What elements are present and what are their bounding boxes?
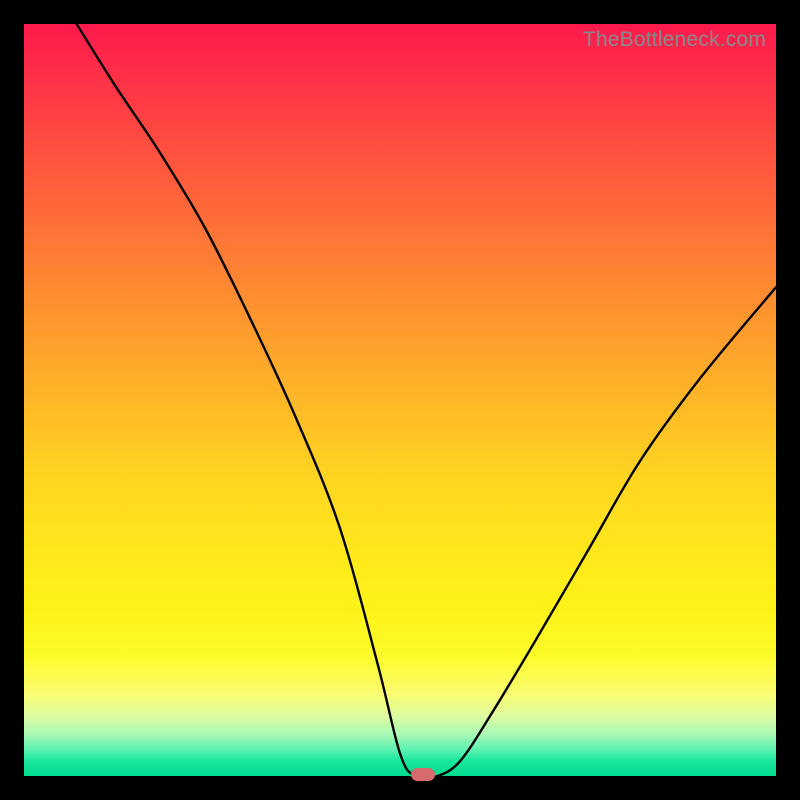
chart-frame: TheBottleneck.com xyxy=(0,0,800,800)
chart-plot-area: TheBottleneck.com xyxy=(24,24,776,776)
optimum-marker xyxy=(411,768,435,781)
bottleneck-curve xyxy=(24,24,776,776)
